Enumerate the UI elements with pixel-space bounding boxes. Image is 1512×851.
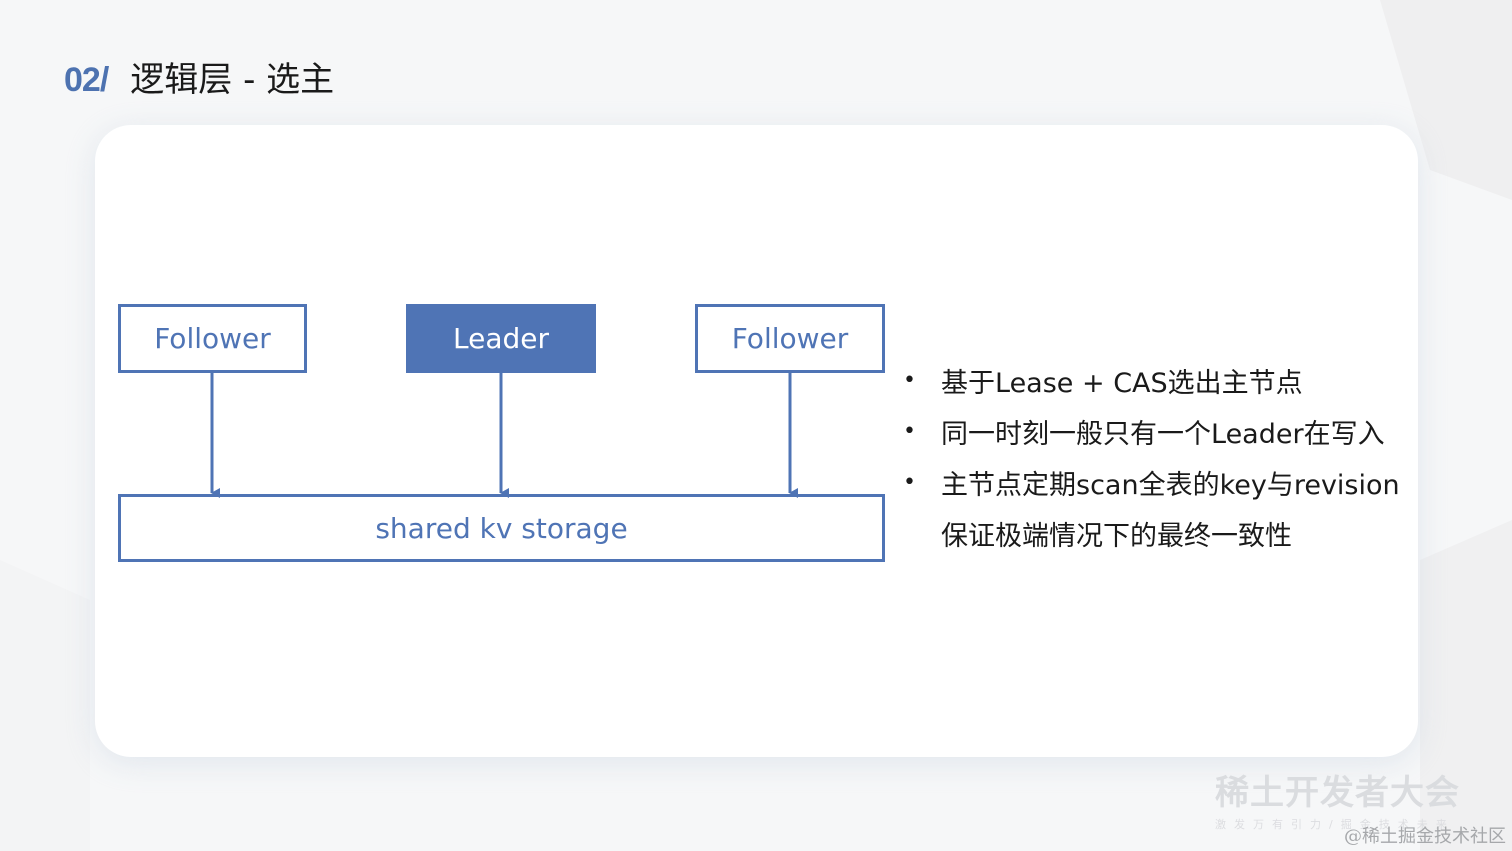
bullet-item: • 基于Lease + CAS选出主节点 (903, 355, 1400, 406)
watermark-title: 稀土开发者大会 (1215, 773, 1460, 813)
follower-label: Follower (154, 322, 271, 355)
leader-node: Leader (406, 304, 596, 373)
follower-node-right: Follower (695, 304, 885, 373)
bullet-text: 保证极端情况下的最终一致性 (941, 521, 1292, 552)
bullet-dot: • (903, 419, 916, 444)
shared-storage-node: shared kv storage (118, 494, 885, 562)
follower-label: Follower (731, 322, 849, 355)
follower-node-left: Follower (118, 304, 307, 373)
bullet-item: • 主节点定期scan全表的key与revision (903, 457, 1400, 508)
bullet-continuation: 保证极端情况下的最终一致性 (903, 508, 1400, 559)
bullet-dot: • (903, 368, 916, 393)
bullet-text: 主节点定期scan全表的key与revision (941, 470, 1400, 501)
leader-label: Leader (452, 322, 549, 355)
storage-label: shared kv storage (375, 511, 628, 545)
watermark-credit: @稀土掘金技术社区 (1344, 826, 1506, 847)
bullet-text: 基于Lease + CAS选出主节点 (941, 368, 1303, 399)
bullet-item: • 同一时刻一般只有一个Leader在写入 (903, 406, 1400, 457)
bullet-dot: • (903, 470, 916, 495)
bullet-text: 同一时刻一般只有一个Leader在写入 (941, 419, 1385, 450)
bullet-list: • 基于Lease + CAS选出主节点 • 同一时刻一般只有一个Leader在… (903, 355, 1400, 559)
